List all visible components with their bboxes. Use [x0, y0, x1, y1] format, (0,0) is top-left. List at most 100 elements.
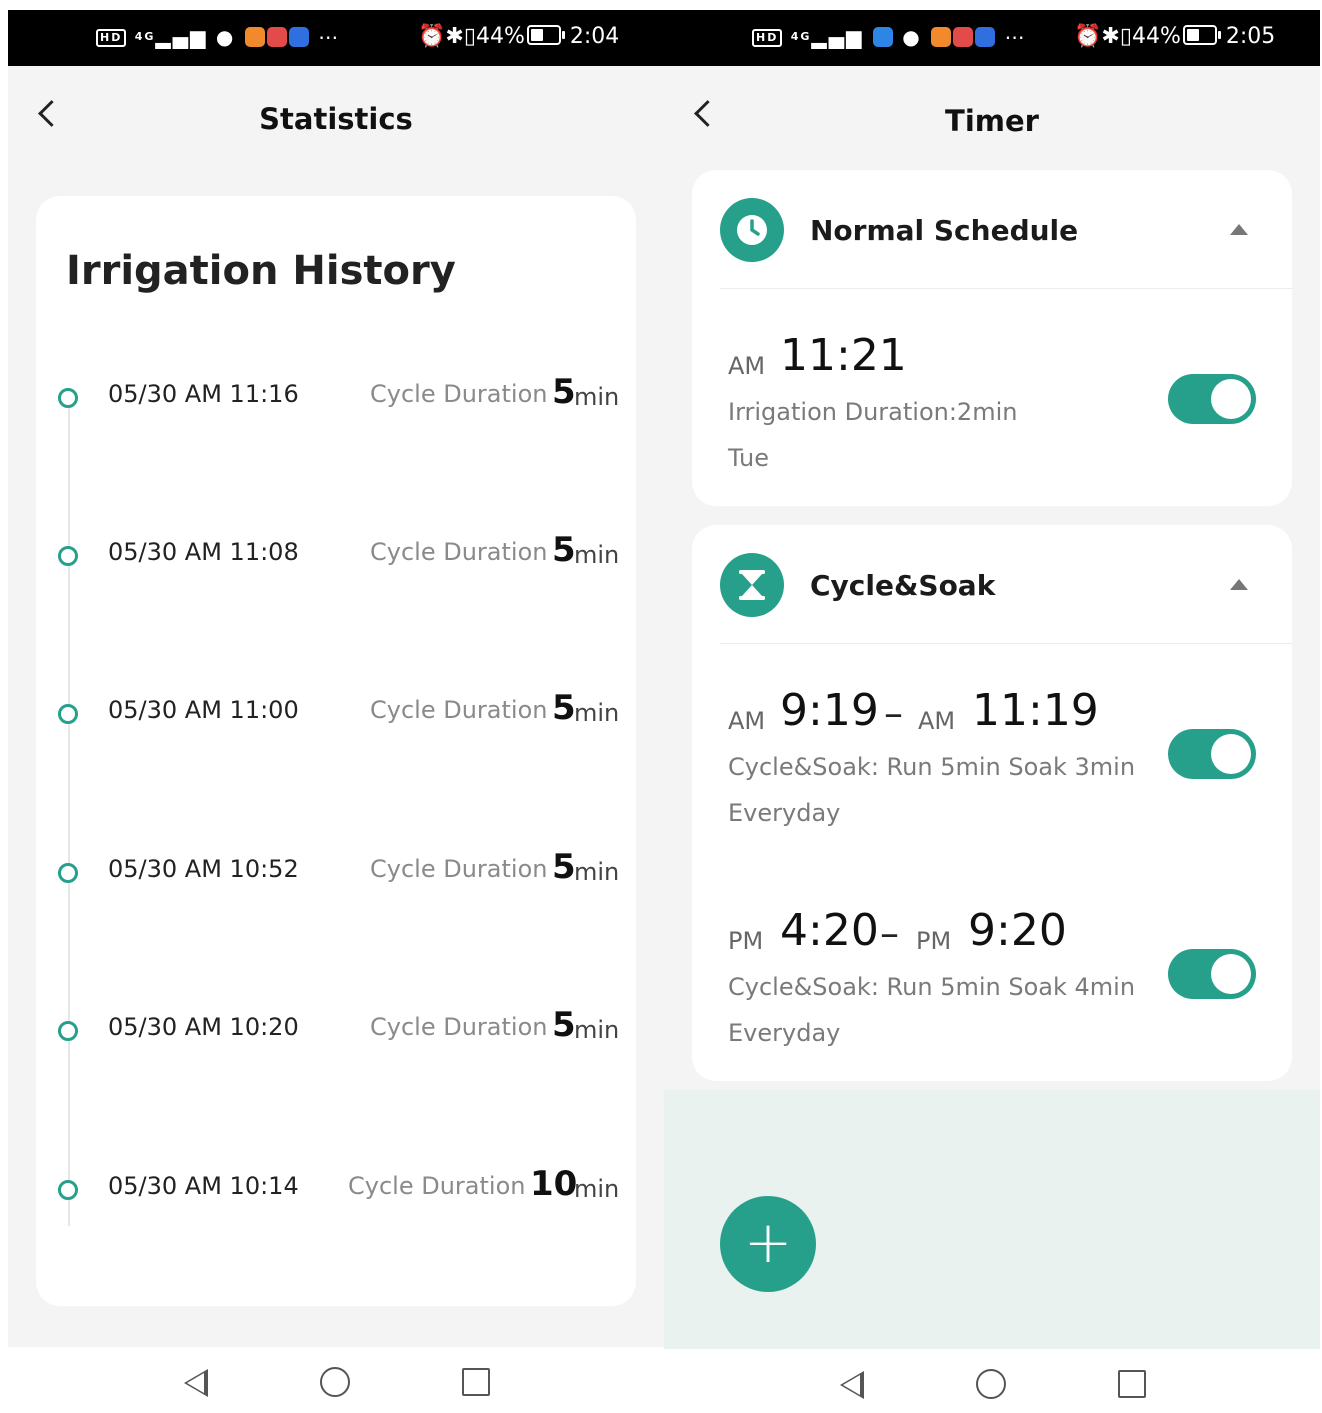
history-row: 05/30 AM 11:16 Cycle Duration 5 min — [36, 372, 636, 430]
schedule-days: Everyday — [728, 1019, 841, 1047]
irrigation-history-card: Irrigation History 05/30 AM 11:16 Cycle … — [36, 196, 636, 1306]
signal-icon: 4G — [790, 30, 812, 43]
duration-unit: min — [574, 383, 620, 411]
nav-back-icon[interactable] — [184, 1369, 208, 1397]
cycle-soak-title: Cycle&Soak — [810, 569, 996, 602]
history-row: 05/30 AM 11:00 Cycle Duration 5 min — [36, 688, 636, 746]
app-icon — [975, 27, 996, 47]
end-time: 11:19 — [972, 685, 1099, 736]
clock-icon — [720, 198, 784, 262]
start-time: 4:20 — [780, 905, 879, 956]
app-icon — [244, 27, 265, 47]
alarm-icon: ⏰ — [418, 24, 446, 49]
history-date: 05/30 AM 11:08 — [108, 538, 299, 566]
schedule-time: 11:21 — [780, 330, 907, 381]
history-row: 05/30 AM 10:52 Cycle Duration 5 min — [36, 847, 636, 905]
timer-screen: HD 4G▂▄▆ ● ⋯ ⏰✱▯44% 2:05 Timer Normal Sc… — [664, 10, 1320, 1413]
alarm-icon: ⏰ — [1074, 24, 1102, 49]
cycle-duration-label: Cycle Duration — [370, 538, 548, 566]
duration-value: 5 — [552, 847, 576, 887]
time-separator: – — [884, 691, 903, 735]
hd-icon: HD — [96, 29, 127, 47]
start-ampm: PM — [728, 927, 764, 955]
timeline-dot — [58, 388, 78, 408]
timeline-dot — [58, 1021, 78, 1041]
timeline-dot — [58, 863, 78, 883]
app-icon — [953, 27, 974, 47]
end-ampm: AM — [918, 707, 956, 735]
message-icon: ● — [215, 25, 236, 49]
schedule-days: Everyday — [728, 799, 841, 827]
nav-recents-icon[interactable] — [462, 1368, 490, 1396]
divider — [720, 643, 1292, 644]
more-icon: ⋯ — [318, 25, 341, 49]
history-date: 05/30 AM 10:14 — [108, 1172, 299, 1200]
app-icon — [931, 27, 952, 47]
signal-bars-icon: ▂▄▆ — [155, 25, 208, 49]
battery-percent: 44% — [1131, 24, 1181, 49]
cycle-soak-detail: Cycle&Soak: Run 5min Soak 3min — [728, 753, 1136, 781]
add-timer-button[interactable]: + — [720, 1196, 816, 1292]
duration-value: 5 — [552, 1005, 576, 1045]
end-ampm: PM — [916, 927, 952, 955]
duration-value: 5 — [552, 372, 576, 412]
status-time: 2:05 — [1225, 24, 1276, 49]
status-bar: HD 4G▂▄▆ ● ⋯ ⏰✱▯44% 2:05 — [664, 10, 1320, 66]
irrigation-duration: Irrigation Duration:2min — [728, 398, 1018, 426]
back-button[interactable] — [694, 100, 721, 127]
history-date: 05/30 AM 11:16 — [108, 380, 299, 408]
system-nav-bar — [664, 1349, 1320, 1413]
nav-home-icon[interactable] — [320, 1367, 350, 1397]
message-icon: ● — [902, 25, 922, 49]
cycle-duration-label: Cycle Duration — [370, 696, 548, 724]
hd-icon: HD — [752, 29, 783, 47]
history-row: 05/30 AM 10:14 Cycle Duration 10 min — [36, 1164, 636, 1222]
history-date: 05/30 AM 10:20 — [108, 1013, 299, 1041]
duration-unit: min — [574, 858, 620, 886]
vibrate-icon: ▯ — [463, 24, 476, 49]
cycle-soak-card: Cycle&Soak AM 9:19 – AM 11:19 Cycle&Soak… — [692, 525, 1292, 1081]
collapse-caret-icon[interactable] — [1230, 579, 1248, 590]
ampm-label: AM — [728, 352, 766, 380]
end-time: 9:20 — [968, 905, 1067, 956]
page-title: Timer — [945, 104, 1039, 138]
cycle-duration-label: Cycle Duration — [370, 855, 548, 883]
cycle-toggle[interactable] — [1168, 949, 1256, 999]
cycle-toggle[interactable] — [1168, 729, 1256, 779]
cycle-duration-label: Cycle Duration — [348, 1172, 526, 1200]
app-icon — [288, 27, 309, 47]
nav-back-icon[interactable] — [840, 1371, 864, 1399]
duration-unit: min — [574, 699, 620, 727]
signal-bars-icon: ▂▄▆ — [811, 25, 864, 49]
duration-unit: min — [574, 541, 620, 569]
timeline-dot — [58, 704, 78, 724]
history-row: 05/30 AM 10:20 Cycle Duration 5 min — [36, 1005, 636, 1063]
statistics-screen: HD 4G▂▄▆ ● ⋯ ⏰✱▯44% 2:04 Statistics Irri… — [8, 10, 664, 1413]
duration-unit: min — [574, 1175, 620, 1203]
cycle-soak-detail: Cycle&Soak: Run 5min Soak 4min — [728, 973, 1136, 1001]
start-time: 9:19 — [780, 685, 879, 736]
battery-percent: 44% — [475, 24, 525, 49]
status-bar: HD 4G▂▄▆ ● ⋯ ⏰✱▯44% 2:04 — [8, 10, 664, 66]
bluetooth-icon: ✱ — [445, 24, 464, 49]
duration-value: 10 — [530, 1164, 578, 1204]
cycle-duration-label: Cycle Duration — [370, 380, 548, 408]
history-date: 05/30 AM 11:00 — [108, 696, 299, 724]
battery-icon — [526, 25, 565, 45]
normal-schedule-title: Normal Schedule — [810, 214, 1079, 247]
schedule-days: Tue — [728, 444, 769, 472]
back-button[interactable] — [38, 100, 65, 127]
more-icon: ⋯ — [1004, 25, 1027, 49]
history-row: 05/30 AM 11:08 Cycle Duration 5 min — [36, 530, 636, 588]
history-title: Irrigation History — [66, 248, 456, 294]
cycle-duration-label: Cycle Duration — [370, 1013, 548, 1041]
time-separator: – — [880, 911, 899, 955]
nav-recents-icon[interactable] — [1118, 1370, 1146, 1398]
schedule-toggle[interactable] — [1168, 374, 1256, 424]
collapse-caret-icon[interactable] — [1230, 224, 1248, 235]
system-nav-bar — [8, 1347, 664, 1413]
nav-home-icon[interactable] — [976, 1369, 1006, 1399]
app-icon — [266, 27, 287, 47]
divider — [720, 288, 1292, 289]
status-time: 2:04 — [569, 24, 620, 49]
